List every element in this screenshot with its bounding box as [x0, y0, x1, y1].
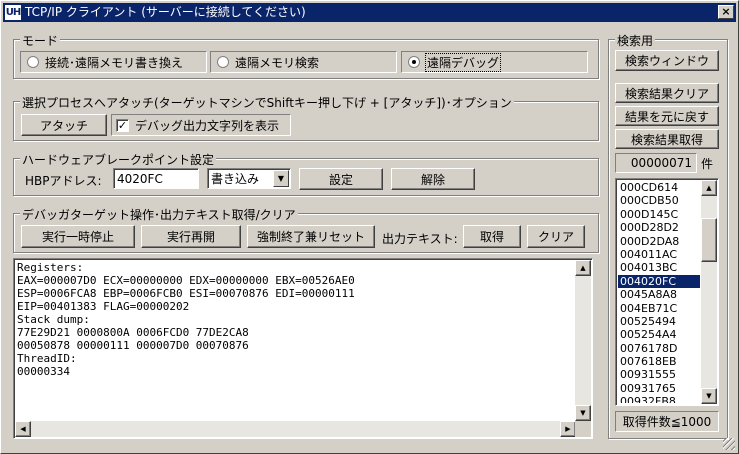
search-window-button[interactable]: 検索ウィンドウ	[615, 50, 719, 71]
restore-results-button[interactable]: 結果を元に戻す	[615, 106, 719, 126]
app-icon: UH	[5, 5, 21, 20]
scroll-right-arrow-icon[interactable]: ▶	[560, 421, 576, 437]
output-vertical-scrollbar[interactable]: ▲ ▼	[575, 260, 591, 421]
radio-connect-rewrite-label: 接続･遠隔メモリ書き換え	[45, 55, 184, 70]
get-output-button[interactable]: 取得	[463, 225, 521, 248]
scroll-down-arrow-icon[interactable]: ▼	[575, 405, 591, 421]
search-result-item[interactable]: 004EB71C	[618, 302, 700, 315]
resize-grip-icon[interactable]	[723, 438, 735, 450]
hbp-access-type-select[interactable]: 書き込み ▼	[207, 168, 291, 189]
hbp-address-input[interactable]: 4020FC	[113, 168, 199, 189]
search-result-item[interactable]: 000D2DA8	[618, 235, 700, 248]
search-result-item[interactable]: 007618EB	[618, 355, 700, 368]
fetch-limit-label: 取得件数≦1000	[615, 411, 719, 432]
search-results-list[interactable]: 000CD614 000CDB50 000D145C 000D28D2 000D2DA8…	[615, 178, 719, 406]
title-bar[interactable]: UH TCP/IP クライアント (サーバーに接続してください) ×	[3, 3, 736, 22]
radio-remote-search-indicator	[217, 56, 229, 68]
show-debug-output-label: デバッグ出力文字列を表示	[135, 118, 280, 133]
search-results-items: 000CD614 000CDB50 000D145C 000D28D2 000D2DA8…	[618, 181, 700, 403]
clear-search-results-button[interactable]: 検索結果クリア	[615, 83, 719, 103]
radio-remote-debug-indicator	[408, 56, 420, 68]
output-horizontal-scrollbar[interactable]: ◀ ▶	[15, 421, 576, 437]
resume-execution-button[interactable]: 実行再開	[141, 225, 241, 248]
radio-connect-rewrite[interactable]: 接続･遠隔メモリ書き換え	[20, 51, 207, 73]
list-scroll-down-arrow-icon[interactable]: ▼	[701, 388, 717, 404]
scroll-up-arrow-icon[interactable]: ▲	[575, 260, 591, 276]
search-result-item[interactable]: 00932FB8	[618, 395, 700, 403]
scroll-left-arrow-icon[interactable]: ◀	[15, 421, 31, 437]
search-result-item[interactable]: 000CDB50	[618, 194, 700, 207]
hbp-set-button[interactable]: 設定	[299, 168, 383, 190]
close-button[interactable]: ×	[718, 5, 734, 19]
output-text-content: Registers: EAX=000007D0 ECX=00000000 EDX…	[17, 261, 355, 378]
fetch-search-results-button[interactable]: 検索結果取得	[615, 129, 719, 149]
hbp-address-label: HBPアドレス:	[25, 174, 102, 188]
debug-ops-legend: デバッガターゲット操作･出力テキスト取得/クリア	[20, 206, 298, 223]
hbp-legend: ハードウェアブレークポイント設定	[20, 151, 217, 168]
mode-legend: モード	[20, 32, 61, 49]
search-result-item[interactable]: 00931555	[618, 368, 700, 381]
clear-output-button[interactable]: クリア	[527, 225, 585, 248]
radio-remote-debug-label: 遠隔デバッグ	[424, 52, 502, 72]
search-result-item[interactable]: 004020FC	[618, 274, 700, 289]
result-count-display: 00000071	[615, 153, 697, 173]
search-result-item[interactable]: 0076178D	[618, 342, 700, 355]
search-result-item[interactable]: 004013BC	[618, 261, 700, 274]
search-legend: 検索用	[615, 32, 656, 49]
main-window: UH TCP/IP クライアント (サーバーに接続してください) × モード 接…	[0, 0, 739, 454]
list-scroll-up-arrow-icon[interactable]: ▲	[701, 180, 717, 196]
results-vertical-scrollbar[interactable]: ▲ ▼	[701, 180, 717, 404]
search-result-item[interactable]: 0045A8A8	[618, 288, 700, 301]
attach-button[interactable]: アタッチ	[21, 114, 107, 136]
result-count-unit: 件	[701, 157, 714, 171]
hbp-clear-button[interactable]: 解除	[391, 168, 475, 190]
search-result-item[interactable]: 000CD614	[618, 181, 700, 194]
radio-connect-rewrite-indicator	[27, 56, 39, 68]
search-result-item[interactable]: 000D28D2	[618, 221, 700, 234]
radio-remote-debug[interactable]: 遠隔デバッグ	[401, 51, 588, 73]
search-result-item[interactable]: 00931765	[618, 382, 700, 395]
list-scroll-thumb[interactable]	[701, 218, 717, 262]
output-text-label: 出力テキスト:	[382, 232, 458, 246]
dropdown-arrow-icon[interactable]: ▼	[273, 170, 289, 187]
search-result-item[interactable]: 000D145C	[618, 208, 700, 221]
output-textarea[interactable]: Registers: EAX=000007D0 ECX=00000000 EDX…	[13, 258, 593, 439]
force-terminate-reset-button[interactable]: 強制終了兼リセット	[247, 225, 375, 248]
search-result-item[interactable]: 004011AC	[618, 248, 700, 261]
search-result-item[interactable]: 005254A4	[618, 328, 700, 341]
scroll-corner	[575, 421, 591, 437]
hbp-access-type-value: 書き込み	[211, 172, 260, 186]
show-debug-output-checkbox[interactable]: ✓ デバッグ出力文字列を表示	[111, 114, 291, 136]
show-debug-output-check-icon: ✓	[116, 118, 129, 132]
window-title: TCP/IP クライアント (サーバーに接続してください)	[25, 5, 306, 19]
search-result-item[interactable]: 00525494	[618, 315, 700, 328]
radio-remote-search[interactable]: 遠隔メモリ検索	[210, 51, 397, 73]
attach-legend: 選択プロセスへアタッチ(ターゲットマシンでShiftキー押し下げ + [アタッチ…	[20, 94, 514, 111]
pause-execution-button[interactable]: 実行一時停止	[21, 225, 135, 248]
radio-remote-search-label: 遠隔メモリ検索	[235, 55, 320, 70]
